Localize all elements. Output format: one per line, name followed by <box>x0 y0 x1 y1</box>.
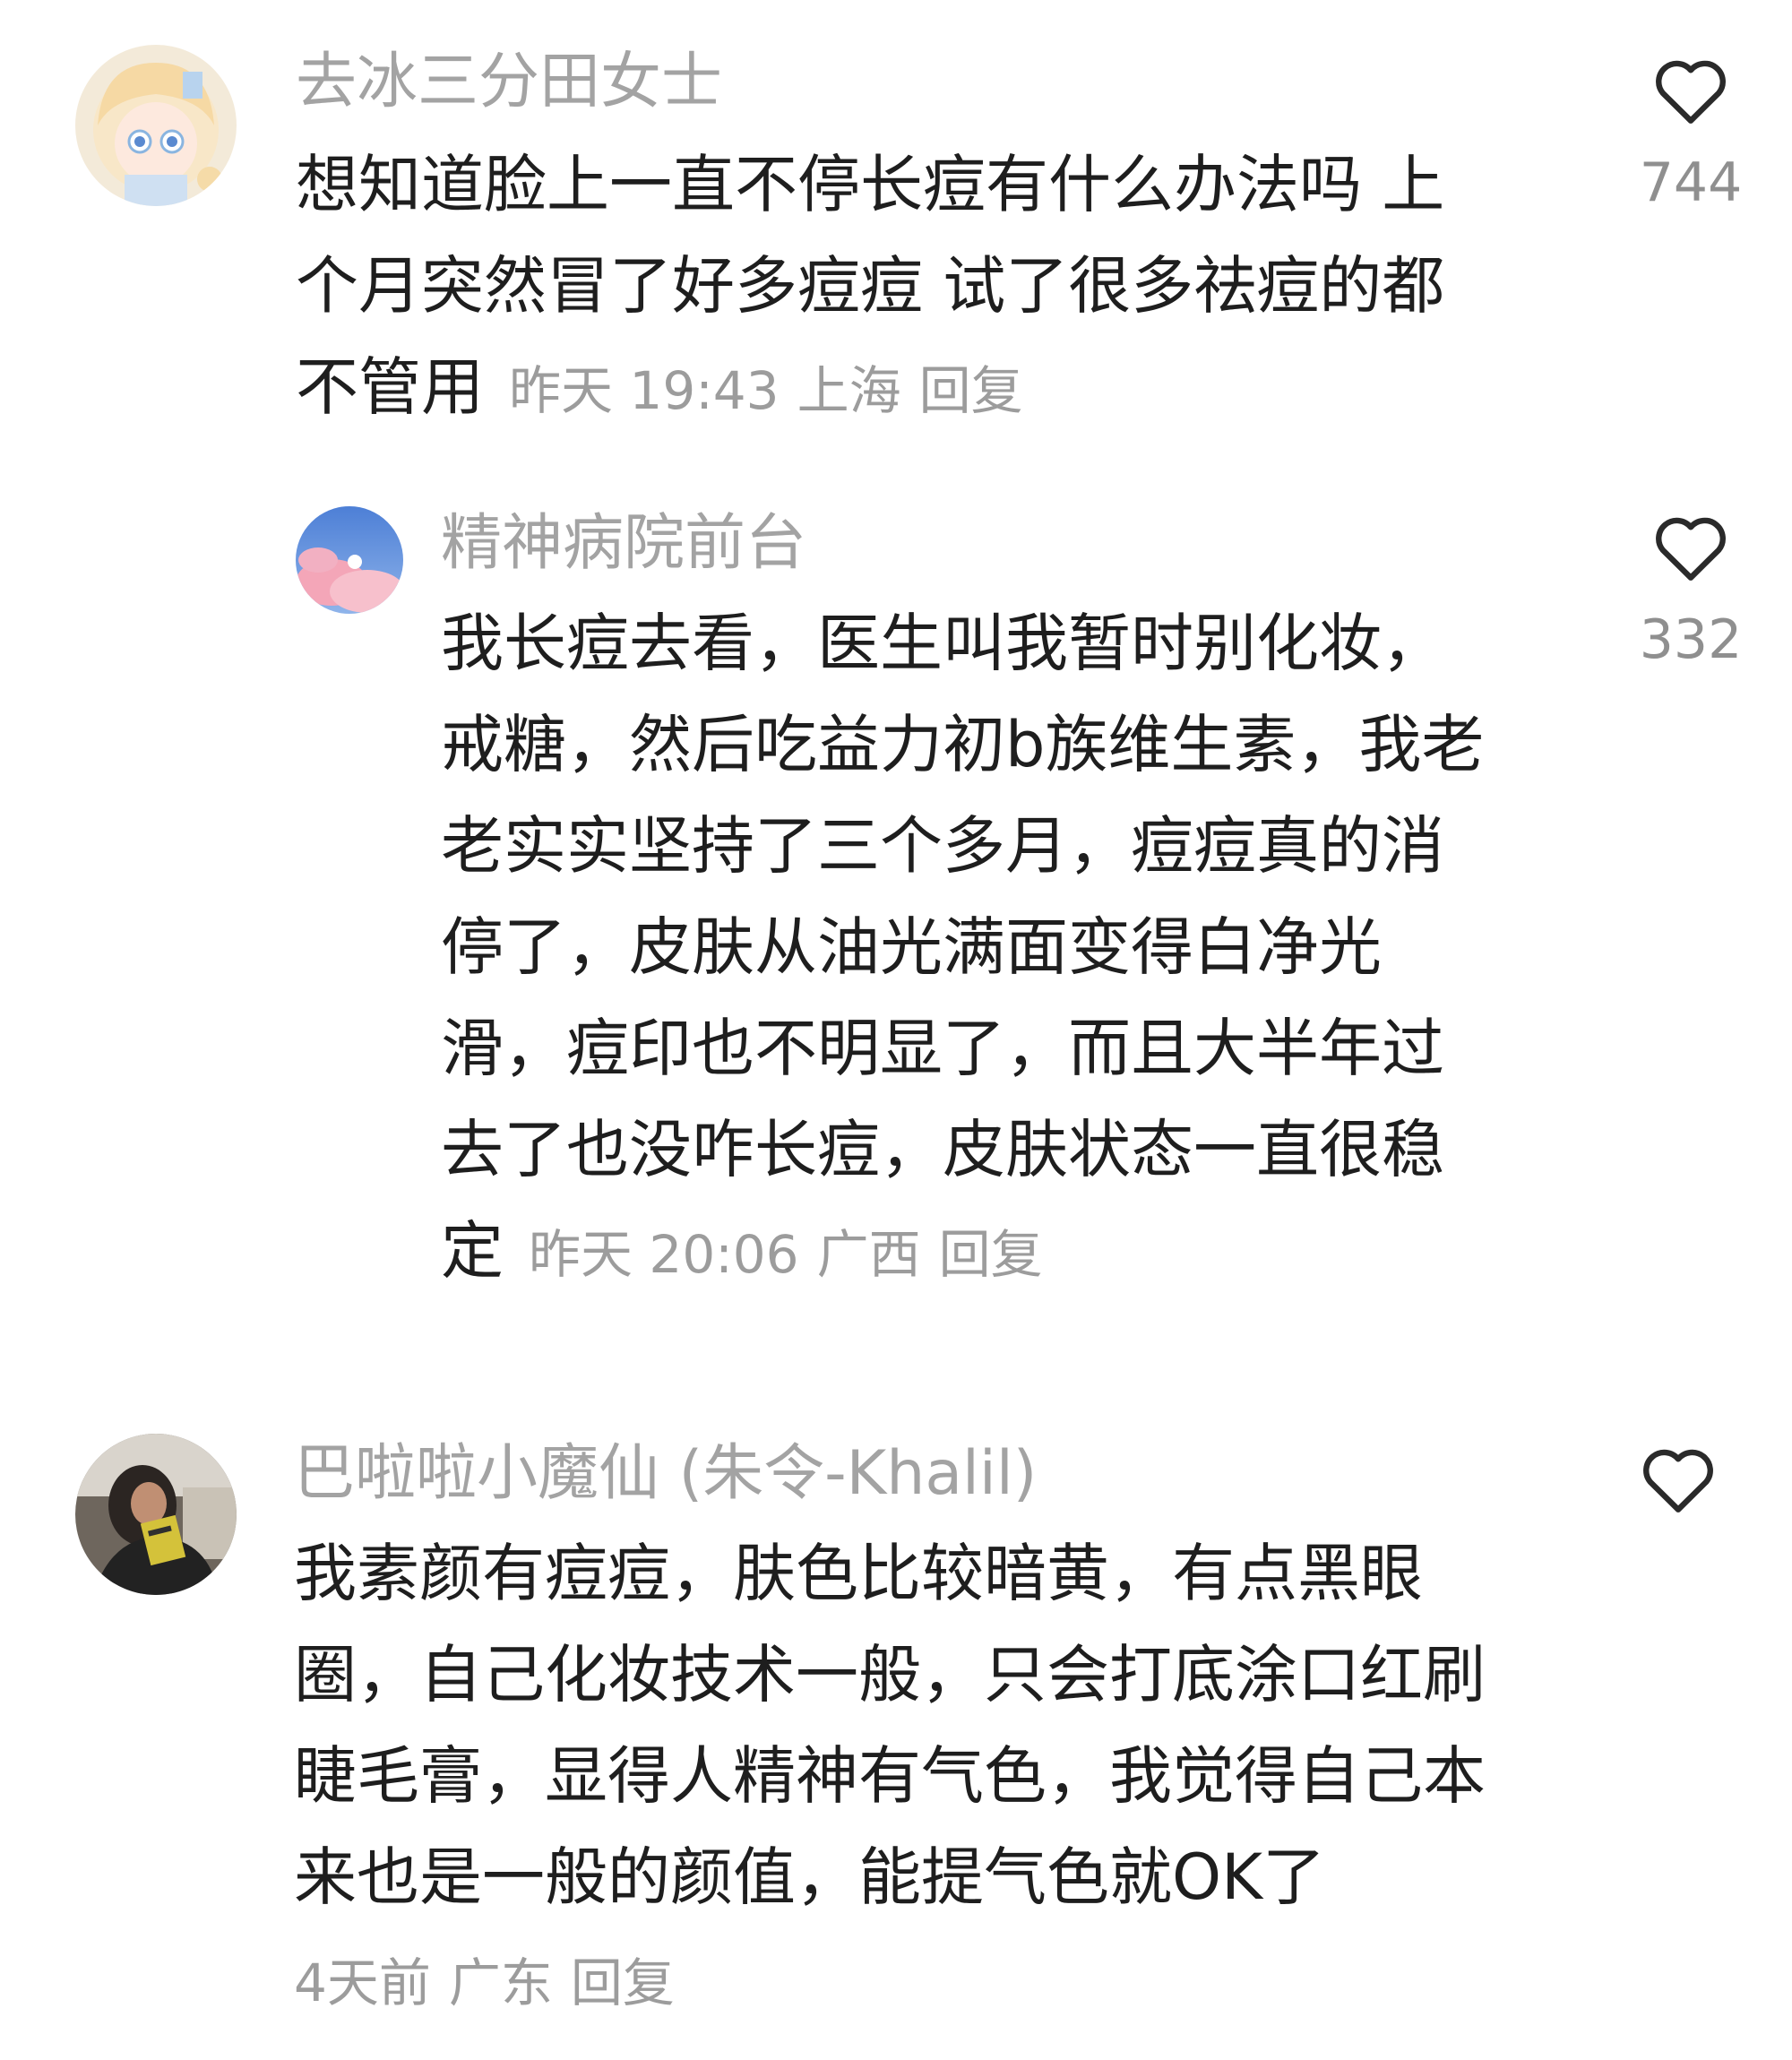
comment-location: 广西 <box>816 1224 921 1285</box>
comment-meta: 昨天 19:43 上海 回复 <box>509 360 1041 421</box>
avatar[interactable] <box>75 1434 237 1595</box>
reply-button[interactable]: 回复 <box>939 1224 1043 1285</box>
heart-outline-icon <box>1643 1449 1713 1513</box>
comment-username[interactable]: 去冰三分田女士 <box>296 47 722 118</box>
reply-button[interactable]: 回复 <box>919 360 1023 421</box>
reading-person-avatar-icon <box>75 1434 237 1595</box>
heart-outline-icon <box>1656 517 1726 581</box>
comment-text: 我素颜有痘痘，肤色比较暗黄，有点黑眼圈，自己化妆技术一般，只会打底涂口红刷睫毛膏… <box>294 1523 1503 1928</box>
comment-meta: 昨天 20:06 广西 回复 <box>529 1224 1061 1285</box>
comment-text: 我长痘去看，医生叫我暂时别化妆，戒糖，然后吃益力初b族维生素，我老老实实坚持了三… <box>441 593 1498 1306</box>
avatar[interactable] <box>75 45 237 206</box>
comment-location: 上海 <box>797 360 901 421</box>
comment-location: 广东 <box>448 1952 553 2013</box>
comment-time: 昨天 19:43 <box>509 360 780 421</box>
comment-time: 4天前 <box>294 1952 431 2013</box>
heart-outline-icon <box>1656 60 1726 124</box>
anime-girl-avatar-icon <box>75 45 237 206</box>
comment-meta: 4天前 广东 回复 <box>294 1947 693 2019</box>
comment-text: 想知道脸上一直不停长痘有什么办法吗 上个月突然冒了好多痘痘 试了很多祛痘的都不管… <box>296 134 1496 442</box>
like-button[interactable] <box>1602 1444 1754 1514</box>
pink-cloud-sky-avatar-icon <box>296 506 403 614</box>
like-count: 332 <box>1639 608 1743 671</box>
comment-time: 昨天 20:06 <box>529 1224 799 1285</box>
like-button[interactable]: 744 <box>1615 56 1767 215</box>
like-button[interactable]: 332 <box>1615 513 1767 672</box>
like-count: 744 <box>1639 151 1743 214</box>
comment-username[interactable]: 精神病院前台 <box>441 508 806 580</box>
comment-username[interactable]: 巴啦啦小魔仙 (朱令-Khalil) <box>294 1438 1037 1510</box>
comment-body: 我素颜有痘痘，肤色比较暗黄，有点黑眼圈，自己化妆技术一般，只会打底涂口红刷睫毛膏… <box>294 1537 1486 1914</box>
comment-body: 我长痘去看，医生叫我暂时别化妆，戒糖，然后吃益力初b族维生素，我老老实实坚持了三… <box>441 607 1485 1288</box>
avatar[interactable] <box>296 506 403 614</box>
reply-button[interactable]: 回复 <box>571 1952 675 2013</box>
